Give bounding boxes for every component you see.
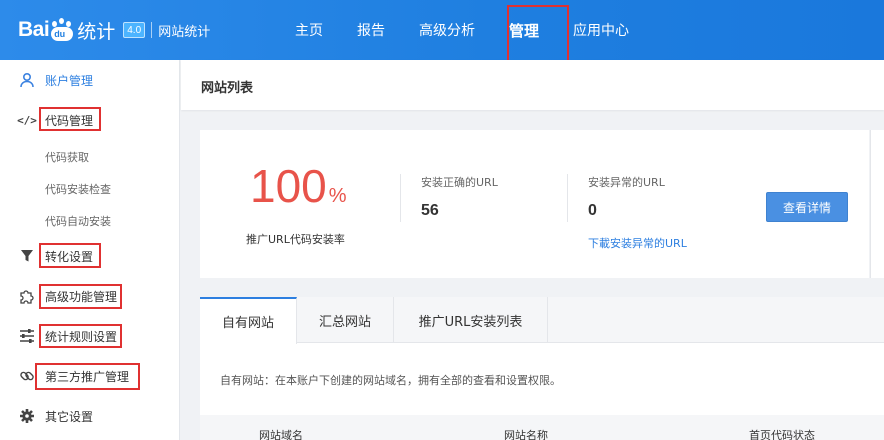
abnormal-url-title: 安装异常的URL bbox=[588, 176, 665, 189]
logo-bai-text: Bai bbox=[18, 18, 50, 41]
tab-bar: 自有网站 汇总网站 推广URL安装列表 bbox=[200, 297, 884, 344]
nav-management-highlight bbox=[507, 5, 569, 68]
logo-du-text: du bbox=[54, 29, 66, 39]
correct-url-title: 安装正确的URL bbox=[421, 176, 498, 189]
sidebar-item-account[interactable]: 账户管理 bbox=[0, 60, 180, 100]
baidu-tongji-logo[interactable]: Bai du 统计 4.0 网站统计 bbox=[18, 13, 210, 47]
correct-url-count: 56 bbox=[421, 202, 439, 219]
sidebar-item-label: 其它设置 bbox=[45, 409, 94, 424]
advanced-features-highlight bbox=[39, 284, 122, 309]
third-party-highlight bbox=[35, 363, 140, 390]
logo-divider bbox=[151, 22, 153, 38]
column-header-domain[interactable]: 网站域名 bbox=[259, 427, 303, 440]
nav-home[interactable]: 主页 bbox=[278, 0, 340, 60]
nav-app-center[interactable]: 应用中心 bbox=[556, 0, 646, 60]
stat-divider bbox=[567, 174, 568, 222]
view-details-button[interactable]: 查看详情 bbox=[766, 192, 848, 222]
top-header: Bai du 统计 4.0 网站统计 主页 报告 高级分析 管理 应用中心 bbox=[0, 0, 884, 60]
tab-own-sites[interactable]: 自有网站 bbox=[200, 297, 297, 344]
main-nav: 主页 报告 高级分析 管理 应用中心 bbox=[278, 0, 646, 60]
logo-stat-text: 统计 bbox=[77, 20, 116, 43]
sidebar-subitem-install-check[interactable]: 代码安装检查 bbox=[45, 181, 111, 197]
tab-description: 自有网站：在本账户下创建的网站域名，拥有全部的查看和设置权限。 bbox=[220, 374, 561, 387]
column-header-code-status[interactable]: 首页代码状态 bbox=[749, 427, 815, 440]
abnormal-url-count: 0 bbox=[588, 202, 597, 219]
link-icon bbox=[18, 367, 36, 385]
install-rate-unit: % bbox=[328, 185, 347, 207]
install-rate-value: 100 bbox=[250, 160, 327, 212]
install-rate-label: 推广URL代码安装率 bbox=[246, 233, 345, 246]
user-icon bbox=[18, 71, 36, 89]
sidebar-subitem-auto-install[interactable]: 代码自动安装 bbox=[45, 213, 111, 229]
sliders-icon bbox=[18, 327, 36, 345]
sidebar-subitem-get-code[interactable]: 代码获取 bbox=[45, 149, 89, 165]
nav-advanced-analysis[interactable]: 高级分析 bbox=[402, 0, 492, 60]
sidebar-item-other[interactable]: 其它设置 bbox=[0, 396, 180, 436]
install-stats-card: 100 % 推广URL代码安装率 安装正确的URL 56 安装异常的URL 0 … bbox=[200, 130, 869, 278]
site-list-card: 自有网站 汇总网站 推广URL安装列表 自有网站：在本账户下创建的网站域名，拥有… bbox=[200, 297, 884, 440]
install-rate: 100 % bbox=[250, 162, 347, 210]
right-panel-edge bbox=[870, 130, 884, 278]
tab-promo-url-list[interactable]: 推广URL安装列表 bbox=[394, 297, 548, 343]
download-abnormal-link[interactable]: 下載安装异常的URL bbox=[588, 235, 687, 251]
rules-settings-highlight bbox=[39, 324, 122, 348]
puzzle-icon bbox=[18, 287, 36, 305]
code-icon: </> bbox=[17, 113, 37, 127]
nav-reports[interactable]: 报告 bbox=[340, 0, 402, 60]
sidebar-item-label: 账户管理 bbox=[45, 73, 94, 88]
code-management-highlight bbox=[39, 107, 101, 131]
stat-divider bbox=[400, 174, 401, 222]
paw-icon: du bbox=[50, 18, 74, 42]
page-title: 网站列表 bbox=[201, 81, 254, 96]
tab-summary-sites[interactable]: 汇总网站 bbox=[297, 297, 394, 343]
product-name: 网站统计 bbox=[158, 24, 211, 40]
page-title-bar: 网站列表 bbox=[181, 60, 884, 110]
gear-icon bbox=[18, 407, 36, 425]
version-badge: 4.0 bbox=[123, 22, 146, 38]
conversion-settings-highlight bbox=[39, 243, 101, 268]
table-header: 网站域名 网站名称 首页代码状态 bbox=[200, 415, 884, 440]
column-header-site-name[interactable]: 网站名称 bbox=[504, 427, 548, 440]
funnel-icon bbox=[18, 247, 36, 265]
